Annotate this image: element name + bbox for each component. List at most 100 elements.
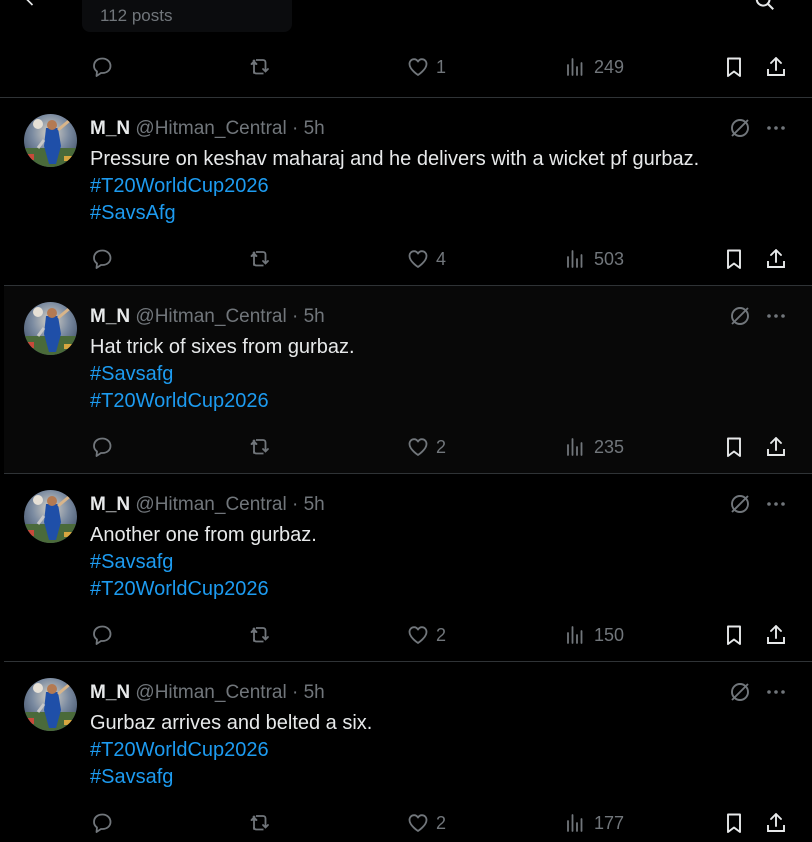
- hashtag-link[interactable]: #Savsafg: [90, 549, 317, 576]
- tweet-actions: 2 235: [4, 434, 812, 464]
- heart-icon: [406, 811, 430, 835]
- retweet-button[interactable]: [248, 622, 272, 648]
- back-arrow-icon[interactable]: [22, 0, 40, 8]
- grok-icon[interactable]: [728, 680, 752, 704]
- tweet[interactable]: M_N @Hitman_Central · 5h Hat trick of six…: [4, 286, 812, 474]
- reply-button[interactable]: [90, 622, 114, 648]
- share-icon: [764, 55, 788, 79]
- reply-button[interactable]: [90, 434, 114, 460]
- hashtag-link[interactable]: #SavsAfg: [90, 200, 699, 227]
- avatar[interactable]: [24, 678, 77, 731]
- display-name[interactable]: M_N: [90, 118, 130, 139]
- tweet[interactable]: M_N @Hitman_Central · 5h Another one from…: [4, 474, 812, 662]
- display-name[interactable]: M_N: [90, 682, 130, 703]
- like-button[interactable]: 2: [406, 622, 446, 648]
- tweet[interactable]: M_N @Hitman_Central · 5h Gurbaz arrives a…: [4, 662, 812, 842]
- views-button[interactable]: 503: [564, 246, 624, 272]
- reply-button[interactable]: [90, 54, 114, 80]
- bookmark-button[interactable]: [722, 810, 746, 836]
- tweet-text: Another one from gurbaz. #Savsafg #T20Worl…: [90, 522, 317, 603]
- tweet-text: Pressure on keshav maharaj and he delive…: [90, 146, 699, 227]
- bookmark-button[interactable]: [722, 246, 746, 272]
- timestamp[interactable]: 5h: [304, 118, 325, 139]
- search-icon[interactable]: [754, 0, 776, 12]
- timestamp[interactable]: 5h: [304, 494, 325, 515]
- retweet-button[interactable]: [248, 434, 272, 460]
- views-icon: [564, 247, 588, 271]
- user-handle[interactable]: @Hitman_Central: [135, 306, 286, 327]
- hashtag-link[interactable]: #T20WorldCup2026: [90, 737, 372, 764]
- reply-button[interactable]: [90, 810, 114, 836]
- bookmark-button[interactable]: [722, 434, 746, 460]
- hashtag-link[interactable]: #T20WorldCup2026: [90, 576, 317, 603]
- hashtag-link[interactable]: #T20WorldCup2026: [90, 388, 355, 415]
- like-button[interactable]: 1: [406, 54, 446, 80]
- share-button[interactable]: [764, 622, 788, 648]
- retweet-button[interactable]: [248, 246, 272, 272]
- share-button[interactable]: [764, 246, 788, 272]
- reply-button[interactable]: [90, 246, 114, 272]
- avatar[interactable]: [24, 490, 77, 543]
- share-button[interactable]: [764, 54, 788, 80]
- views-button[interactable]: 235: [564, 434, 624, 460]
- bookmark-button[interactable]: [722, 54, 746, 80]
- retweet-icon: [248, 811, 272, 835]
- more-icon[interactable]: [764, 492, 788, 516]
- tweet-text-content: Hat trick of sixes from gurbaz.: [90, 336, 355, 358]
- grok-icon[interactable]: [728, 116, 752, 140]
- bookmark-button[interactable]: [722, 622, 746, 648]
- hashtag-link[interactable]: #Savsafg: [90, 361, 355, 388]
- like-count: 2: [436, 436, 447, 457]
- views-icon: [564, 435, 588, 459]
- like-count: 1: [436, 56, 447, 77]
- retweet-icon: [248, 623, 272, 647]
- hashtag-link[interactable]: #T20WorldCup2026: [90, 173, 699, 200]
- display-name[interactable]: M_N: [90, 306, 130, 327]
- tweet-text-content: Gurbaz arrives and belted a six.: [90, 712, 373, 734]
- views-button[interactable]: 150: [564, 622, 624, 648]
- like-button[interactable]: 2: [406, 434, 446, 460]
- share-button[interactable]: [764, 434, 788, 460]
- user-handle[interactable]: @Hitman_Central: [135, 682, 286, 703]
- timestamp[interactable]: 5h: [304, 306, 325, 327]
- views-icon: [564, 55, 588, 79]
- tweet[interactable]: M_N @Hitman_Central · 5h Pressure on kesh…: [4, 98, 812, 286]
- timeline-page: 112 posts 1 249 M_N @Hitman_Central · 5h P…: [0, 0, 812, 842]
- hashtag-link[interactable]: #Savsafg: [90, 764, 372, 791]
- avatar[interactable]: [24, 114, 77, 167]
- heart-icon: [406, 435, 430, 459]
- previous-tweet[interactable]: 112 posts 1 249: [0, 0, 812, 98]
- views-icon: [564, 811, 588, 835]
- retweet-icon: [248, 247, 272, 271]
- reply-icon: [90, 435, 114, 459]
- views-button[interactable]: 249: [564, 54, 624, 80]
- share-button[interactable]: [764, 810, 788, 836]
- views-count: 503: [594, 248, 625, 269]
- previous-tweet-actions: 1 249: [4, 54, 812, 84]
- tweet-actions: 2 150: [4, 622, 812, 652]
- like-button[interactable]: 4: [406, 246, 446, 272]
- tweet-header: M_N @Hitman_Central · 5h: [90, 118, 325, 140]
- grok-icon[interactable]: [728, 304, 752, 328]
- reply-icon: [90, 811, 114, 835]
- views-count: 249: [594, 56, 625, 77]
- retweet-icon: [248, 435, 272, 459]
- more-icon[interactable]: [764, 680, 788, 704]
- bookmark-icon: [722, 811, 746, 835]
- share-icon: [764, 623, 788, 647]
- tweet-text: Gurbaz arrives and belted a six. #T20Worl…: [90, 710, 372, 791]
- bookmark-icon: [722, 435, 746, 459]
- timestamp[interactable]: 5h: [304, 682, 325, 703]
- separator-dot: ·: [291, 118, 299, 139]
- user-handle[interactable]: @Hitman_Central: [135, 118, 286, 139]
- more-icon[interactable]: [764, 304, 788, 328]
- display-name[interactable]: M_N: [90, 494, 130, 515]
- retweet-button[interactable]: [248, 54, 272, 80]
- grok-icon[interactable]: [728, 492, 752, 516]
- user-handle[interactable]: @Hitman_Central: [135, 494, 286, 515]
- retweet-button[interactable]: [248, 810, 272, 836]
- views-button[interactable]: 177: [564, 810, 624, 836]
- avatar[interactable]: [24, 302, 77, 355]
- like-button[interactable]: 2: [406, 810, 446, 836]
- more-icon[interactable]: [764, 116, 788, 140]
